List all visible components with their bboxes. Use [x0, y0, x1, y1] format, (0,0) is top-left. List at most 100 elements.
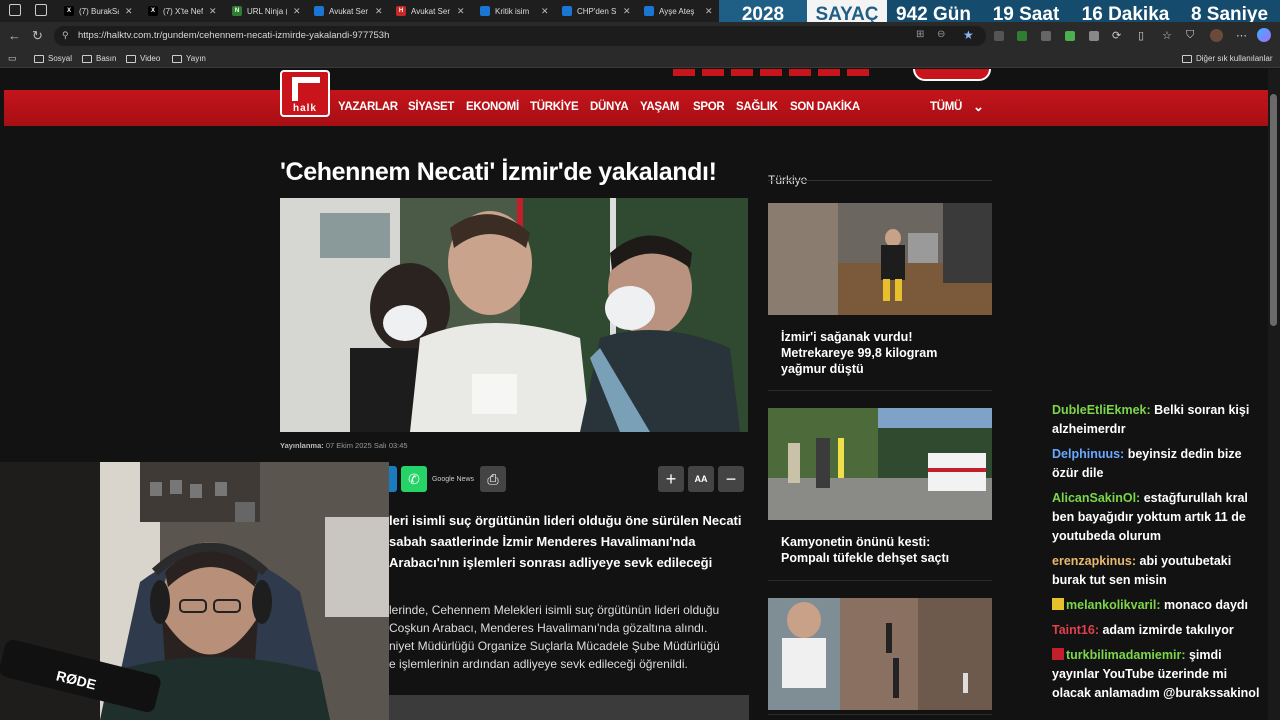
browser-tab[interactable]: CHP'den S ✕ [558, 2, 638, 20]
social-button[interactable] [818, 69, 840, 76]
back-icon[interactable]: ← [8, 28, 21, 43]
chevron-down-icon[interactable]: ⌄ [973, 99, 984, 115]
extension-icon[interactable] [1065, 31, 1075, 41]
chat-message: Taint16: adam izmirde takılıyor [1052, 621, 1268, 640]
tab-actions-icon[interactable] [35, 4, 47, 16]
nav-dunya[interactable]: DÜNYA [590, 101, 629, 113]
url-text[interactable]: https://halktv.com.tr/gundem/cehennem-ne… [78, 30, 389, 41]
social-button[interactable] [702, 69, 724, 76]
article-second-photo[interactable] [389, 695, 749, 720]
share-button[interactable] [389, 466, 397, 492]
close-icon[interactable]: ✕ [293, 6, 301, 17]
browser-tab[interactable]: N URL Ninja (✕ [228, 2, 308, 20]
collections-icon[interactable]: ▭ [8, 53, 17, 64]
social-button[interactable] [789, 69, 811, 76]
chat-username[interactable]: erenzapkinus: [1052, 554, 1136, 568]
bookmark-folder-video[interactable]: Video [126, 54, 160, 63]
live-tv-badge[interactable] [913, 69, 991, 81]
copilot-icon[interactable] [1257, 28, 1271, 42]
extension-icon[interactable] [1041, 31, 1051, 41]
nav-son-dakika[interactable]: SON DAKİKA [790, 101, 860, 113]
nav-spor[interactable]: SPOR [693, 101, 725, 113]
more-menu-icon[interactable]: ⋯ [1236, 29, 1247, 42]
browser-tab[interactable]: Avukat Ser ✕ [310, 2, 390, 20]
social-button[interactable] [760, 69, 782, 76]
chat-username[interactable]: Taint16: [1052, 623, 1099, 637]
chat-username[interactable]: DubleEtliEkmek: [1052, 403, 1151, 417]
folder-icon [82, 54, 92, 63]
site-nav-bar [4, 90, 1268, 126]
tab-title: (7) X'te Nef [163, 6, 203, 16]
site-info-icon[interactable]: ⚲ [62, 30, 69, 41]
extension-icon[interactable] [994, 31, 1004, 41]
chat-message: DubleEtliEkmek: Belki soıran kişi alzhei… [1052, 401, 1268, 439]
chat-username[interactable]: Delphinuus: [1052, 447, 1124, 461]
close-icon[interactable]: ✕ [375, 6, 383, 17]
scrollbar-thumb[interactable] [1270, 94, 1277, 326]
browser-tab[interactable]: X (7) BurakSa ✕ [60, 2, 140, 20]
social-button[interactable] [731, 69, 753, 76]
bookmark-folder-basin[interactable]: Basın [82, 54, 116, 63]
split-screen-icon[interactable]: ▯ [1138, 29, 1144, 42]
extension-icon[interactable] [1017, 31, 1027, 41]
zoom-in-icon[interactable]: + [658, 466, 684, 492]
t24-icon [480, 6, 490, 16]
close-icon[interactable]: ✕ [623, 6, 631, 17]
profile-avatar[interactable] [1210, 29, 1223, 42]
nav-turkiye[interactable]: TÜRKİYE [530, 101, 579, 113]
other-bookmarks[interactable]: Diğer sık kullanılanlar [1182, 54, 1272, 63]
browser-tab[interactable]: Ayşe Ateş ✕ [640, 2, 720, 20]
reader-icon[interactable]: ⊖ [937, 29, 945, 40]
close-icon[interactable]: ✕ [457, 6, 465, 17]
tab-title: (7) BurakSa [79, 6, 119, 16]
extension-icon[interactable] [1089, 31, 1099, 41]
shield-icon[interactable]: ⛉ [1186, 29, 1194, 42]
logo-text: halk [292, 103, 317, 114]
nav-yazarlar[interactable]: YAZARLAR [338, 101, 398, 113]
card-photo[interactable] [768, 408, 992, 520]
card-title[interactable]: Kamyonetin önünü kesti: Pompalı tüfekle … [781, 534, 981, 566]
close-icon[interactable]: ✕ [705, 6, 713, 17]
workspaces-icon[interactable] [9, 4, 21, 16]
body-line: niyet Müdürlüğü Organize Suçlarla Mücade… [389, 639, 720, 653]
social-button[interactable] [847, 69, 869, 76]
translate-icon[interactable]: ⊞ [916, 29, 924, 40]
nav-yasam[interactable]: YAŞAM [640, 101, 679, 113]
chat-username[interactable]: turkbilimadamiemir: [1066, 648, 1185, 662]
browser-tab[interactable]: Kritik isim ✕ [476, 2, 556, 20]
article-photo[interactable] [280, 198, 748, 432]
bookmark-folder-yayin[interactable]: Yayın [172, 54, 206, 63]
reload-icon[interactable]: ↻ [32, 28, 43, 44]
close-icon[interactable]: ✕ [209, 6, 217, 17]
google-news-button[interactable]: Google News [430, 466, 476, 492]
card-photo[interactable] [768, 203, 992, 315]
bookmark-star-icon[interactable]: ★ [963, 28, 974, 42]
nav-all[interactable]: TÜMÜ [930, 101, 962, 113]
x-logo: X [148, 6, 158, 16]
browser-tab[interactable]: X (7) X'te Nef ✕ [144, 2, 224, 20]
browser-tab[interactable]: H Avukat Ser ✕ [392, 2, 472, 20]
close-icon[interactable]: ✕ [541, 6, 549, 17]
close-icon[interactable]: ✕ [125, 6, 133, 17]
zoom-out-icon[interactable]: − [718, 466, 744, 492]
logo-mark [292, 77, 320, 101]
nav-siyaset[interactable]: SİYASET [408, 101, 454, 113]
haber-icon: H [396, 6, 406, 16]
favorites-icon[interactable]: ☆ [1162, 29, 1172, 42]
chat-username[interactable]: melankolikvaril: [1066, 598, 1161, 612]
folder-icon [1182, 54, 1192, 63]
font-size-button[interactable]: AA [688, 466, 714, 492]
lead-line: Arabacı'nın işlemleri sonrası adliyeye s… [389, 555, 713, 570]
nav-saglik[interactable]: SAĞLIK [736, 101, 778, 113]
nav-ekonomi[interactable]: EKONOMİ [466, 101, 519, 113]
halk-logo[interactable]: halk [280, 70, 330, 117]
bookmark-folder-sosyal[interactable]: Sosyal [34, 54, 72, 63]
print-icon[interactable]: ⎙ [480, 466, 506, 492]
sync-icon[interactable]: ⟳ [1112, 29, 1121, 42]
chat-username[interactable]: AlicanSakinOl: [1052, 491, 1140, 505]
tab-title: CHP'den S [577, 6, 617, 16]
card-title[interactable]: İzmir'i sağanak vurdu! Metrekareye 99,8 … [781, 329, 981, 377]
whatsapp-icon[interactable]: ✆ [401, 466, 427, 492]
social-button[interactable] [673, 69, 695, 76]
card-photo[interactable] [768, 598, 992, 710]
